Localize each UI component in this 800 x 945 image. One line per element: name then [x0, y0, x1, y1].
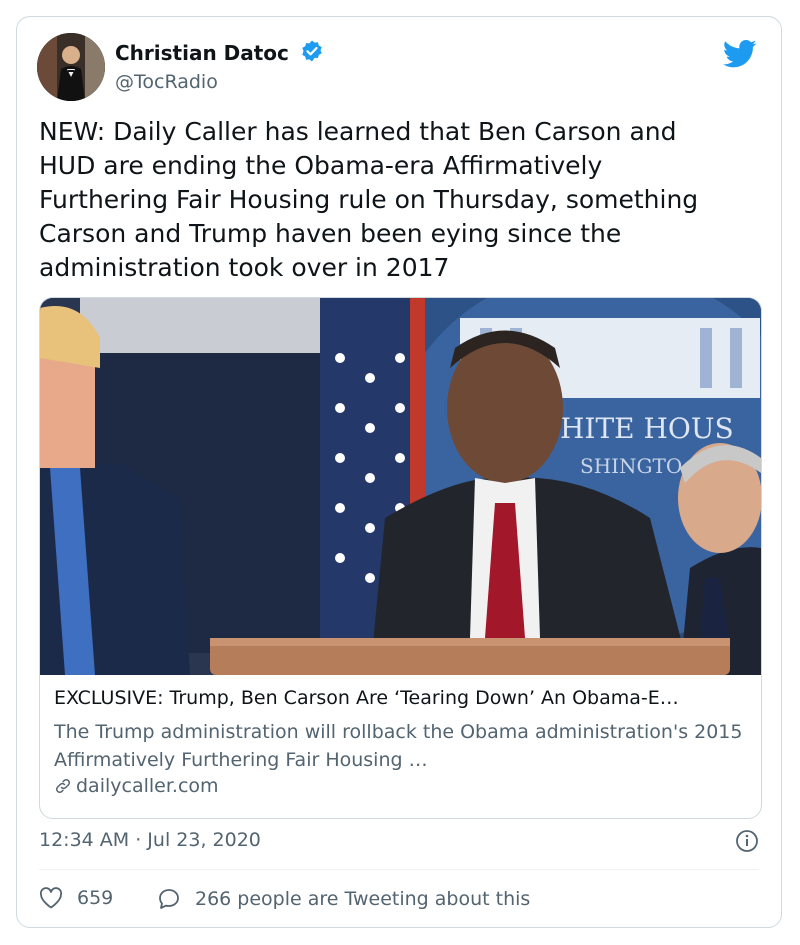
link-icon [55, 778, 71, 794]
speech-bubble-icon [159, 889, 179, 909]
link-card-description: The Trump administration will rollback t… [54, 721, 743, 771]
link-card-title[interactable]: EXCLUSIVE: Trump, Ben Carson Are ‘Tearin… [54, 687, 749, 709]
link-preview-card[interactable]: T HITE HOUS SHINGTO [39, 297, 762, 819]
twitter-bird-icon[interactable] [723, 39, 757, 69]
like-button[interactable]: 659 [39, 887, 113, 909]
author-handle[interactable]: @TocRadio [115, 71, 218, 93]
avatar[interactable] [37, 33, 105, 101]
like-count: 659 [77, 887, 114, 909]
link-card-domain-text[interactable]: dailycaller.com [76, 775, 219, 797]
tweeting-about-link[interactable]: 266 people are Tweeting about this [157, 887, 530, 911]
heart-icon [39, 887, 63, 909]
verified-badge-icon [302, 40, 322, 62]
sign-text-washington: SHINGTO [580, 454, 682, 478]
divider [39, 869, 759, 870]
link-preview-image[interactable]: T HITE HOUS SHINGTO [40, 298, 761, 675]
author-name[interactable]: Christian Datoc [115, 41, 289, 65]
tweet-text: NEW: Daily Caller has learned that Ben C… [39, 117, 699, 282]
tweet-card: Christian Datoc @TocRadio NEW: Daily Cal… [16, 16, 782, 928]
tweet-timestamp[interactable]: 12:34 AM · Jul 23, 2020 [39, 829, 261, 851]
sign-text-white-house: HITE HOUS [560, 412, 734, 445]
tweeting-about-text: 266 people are Tweeting about this [195, 888, 531, 910]
info-icon[interactable] [735, 829, 759, 853]
link-card-domain[interactable]: dailycaller.com [54, 775, 219, 797]
